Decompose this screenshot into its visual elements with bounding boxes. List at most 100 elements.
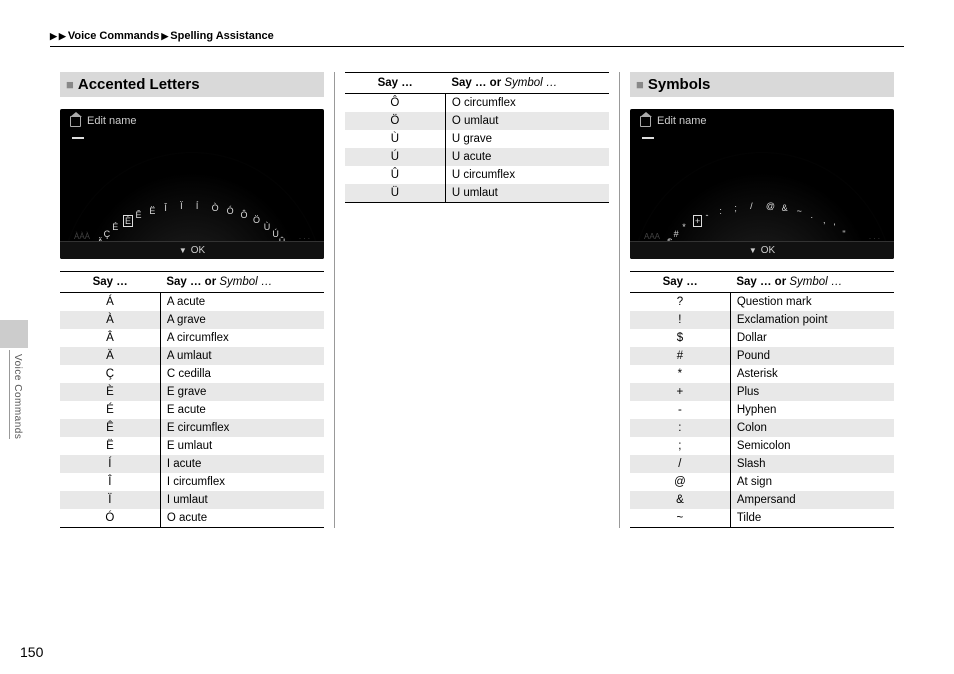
arc-char: Í [196,201,199,211]
ok-bar: ▼ OK [630,241,894,259]
arc-char: Ù [264,222,271,232]
table-row: ÍI acute [60,455,324,473]
device-bottom-right: . . . [869,232,880,241]
breadcrumb-level1: Voice Commands [68,30,160,42]
cell-description: Semicolon [730,437,894,455]
table-row: *Asterisk [630,365,894,383]
ok-label: OK [191,245,205,256]
breadcrumb: ▶ ▶ Voice Commands ▶ Spelling Assistance [50,30,904,47]
table-row: @At sign [630,473,894,491]
cell-description: Colon [730,419,894,437]
triangle-icon: ▶ [50,31,57,42]
heading-text: Accented Letters [78,76,200,93]
column-symbols: ■ Symbols Edit name !?$#*+-:;/@&~.,'"...… [620,72,904,528]
arc-char: . [811,210,814,220]
table-symbols: Say … Say … or Symbol … ?Question mark!E… [630,271,894,528]
table-row: -Hyphen [630,401,894,419]
arc-char: - [705,210,708,220]
cell-symbol: Û [345,166,445,184]
breadcrumb-level2: Spelling Assistance [170,30,274,42]
cell-symbol: @ [630,473,730,491]
arc-char: Ë [149,206,155,216]
cell-description: Hyphen [730,401,894,419]
cell-symbol: È [60,383,160,401]
th-say-or: Say … or Symbol … [445,73,609,94]
cell-symbol: Ç [60,365,160,383]
home-icon [70,116,81,127]
cell-symbol: Á [60,293,160,312]
arc-char: Î [164,203,167,213]
cell-description: Ampersand [730,491,894,509]
page-number: 150 [20,644,43,660]
cell-description: Dollar [730,329,894,347]
cell-description: C cedilla [160,365,324,383]
arc-char: & [782,203,788,213]
cell-description: A umlaut [160,347,324,365]
side-tab-marker [0,320,28,348]
cell-description: A acute [160,293,324,312]
table-row: ÜU umlaut [345,184,609,203]
table-row: $Dollar [630,329,894,347]
table-row: ÎI circumflex [60,473,324,491]
device-title: Edit name [87,115,137,127]
table-row: ÖO umlaut [345,112,609,130]
arc-char: , [823,215,826,225]
cell-symbol: Ù [345,130,445,148]
arc-char: Ó [227,206,234,216]
arc-char: : [719,206,722,216]
cell-description: O umlaut [445,112,609,130]
cell-symbol: Ú [345,148,445,166]
arc-char: Ô [241,210,248,220]
cell-symbol: $ [630,329,730,347]
cell-description: E circumflex [160,419,324,437]
table-row: ÉE acute [60,401,324,419]
table-accented-letters: Say … Say … or Symbol … ÁA acuteÀA grave… [60,271,324,528]
table-row: ËE umlaut [60,437,324,455]
table-row: :Colon [630,419,894,437]
cell-symbol: - [630,401,730,419]
arc-char: É [112,222,118,232]
arc-char: ; [734,203,737,213]
arc-char: @ [766,201,775,211]
device-screenshot-symbols: Edit name !?$#*+-:;/@&~.,'"... AAA . . .… [630,109,894,259]
cell-symbol: & [630,491,730,509]
cell-description: Tilde [730,509,894,528]
cell-symbol: É [60,401,160,419]
cell-description: U umlaut [445,184,609,203]
cell-description: Slash [730,455,894,473]
table-row: ÔO circumflex [345,94,609,113]
cell-description: U grave [445,130,609,148]
table-row: ~Tilde [630,509,894,528]
cell-description: I circumflex [160,473,324,491]
table-row: #Pound [630,347,894,365]
table-row: ÇC cedilla [60,365,324,383]
device-bottom-right: . . . [299,232,310,241]
heading-accented-letters: ■ Accented Letters [60,72,324,97]
cell-symbol: / [630,455,730,473]
arc-char: + [693,215,702,227]
cell-symbol: Ü [345,184,445,203]
triangle-down-icon: ▼ [749,246,757,255]
cell-description: A circumflex [160,329,324,347]
column-accented-continued: Say … Say … or Symbol … ÔO circumflexÖO … [335,72,620,528]
side-tab-label: Voice Commands [9,350,23,439]
table-row: ÀA grave [60,311,324,329]
arc-char: / [750,201,753,211]
ok-label: OK [761,245,775,256]
arc-char: Ò [212,203,219,213]
cell-description: U acute [445,148,609,166]
arc-char: È [123,215,133,227]
cell-symbol: Í [60,455,160,473]
device-bottom-left: ÀÀÀ [74,232,90,241]
cell-description: E grave [160,383,324,401]
heading-text: Symbols [648,76,711,93]
device-screenshot-accented: Edit name ÀÂÄÇÉÈÊËÎÏÍÒÓÔÖÙÚÛÜ? ÀÀÀ . . .… [60,109,324,259]
triangle-icon: ▶ [161,31,168,42]
cursor-icon [72,137,84,139]
th-say: Say … [345,73,445,94]
triangle-icon: ▶ [59,31,66,42]
cell-symbol: * [630,365,730,383]
table-row: ;Semicolon [630,437,894,455]
triangle-down-icon: ▼ [179,246,187,255]
table-row: ÙU grave [345,130,609,148]
